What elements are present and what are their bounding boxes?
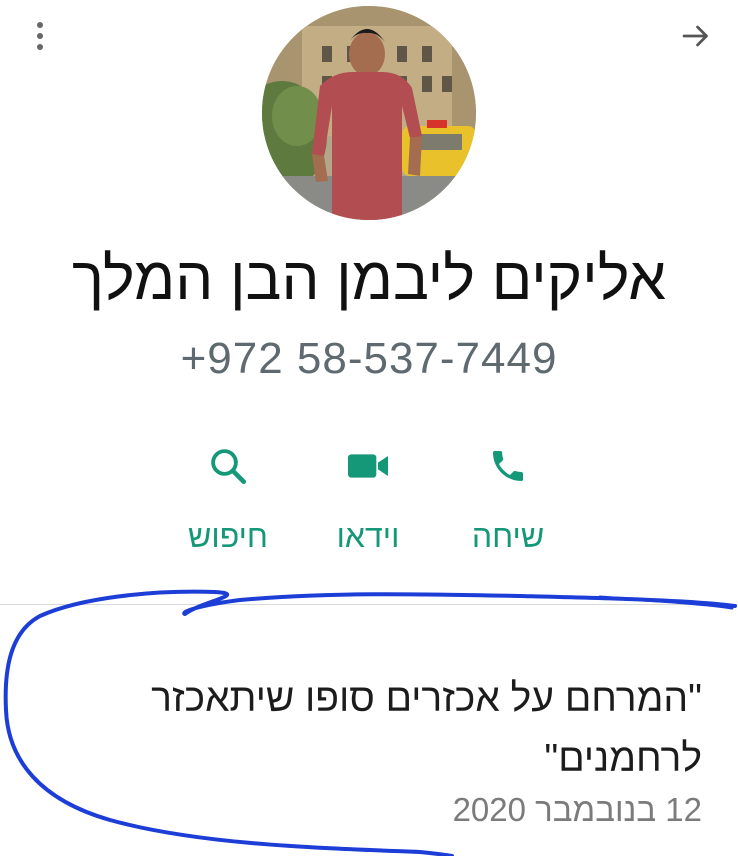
- action-bar: שיחה וידאו חיפוש: [0, 436, 738, 566]
- search-icon: [211, 449, 247, 485]
- back-button[interactable]: [678, 18, 714, 54]
- profile-photo[interactable]: [262, 6, 476, 220]
- more-vert-icon: [37, 22, 43, 28]
- about-status-text: "המרחם על אכזרים סופו שיתאכזר לרחמנים": [151, 677, 702, 780]
- search-label: חיפוש: [188, 518, 268, 554]
- about-status-date: 12 בנובמבר 2020: [452, 791, 702, 828]
- video-call-button[interactable]: וידאו: [308, 436, 428, 566]
- about-section[interactable]: "המרחם על אכזרים סופו שיתאכזר לרחמנים" 1…: [0, 605, 738, 856]
- contact-name: אליקים ליבמן הבן המלך: [72, 245, 666, 312]
- call-button[interactable]: שיחה: [448, 436, 568, 566]
- contact-phone[interactable]: +972 58-537-7449: [0, 332, 738, 386]
- phone-icon: [493, 451, 523, 481]
- video-label: וידאו: [336, 518, 400, 554]
- profile-photo-image: [262, 6, 476, 220]
- video-icon: [348, 454, 388, 478]
- call-label: שיחה: [471, 518, 545, 554]
- arrow-forward-icon: [682, 25, 708, 47]
- more-options-button[interactable]: [22, 14, 58, 58]
- search-button[interactable]: חיפוש: [168, 436, 288, 566]
